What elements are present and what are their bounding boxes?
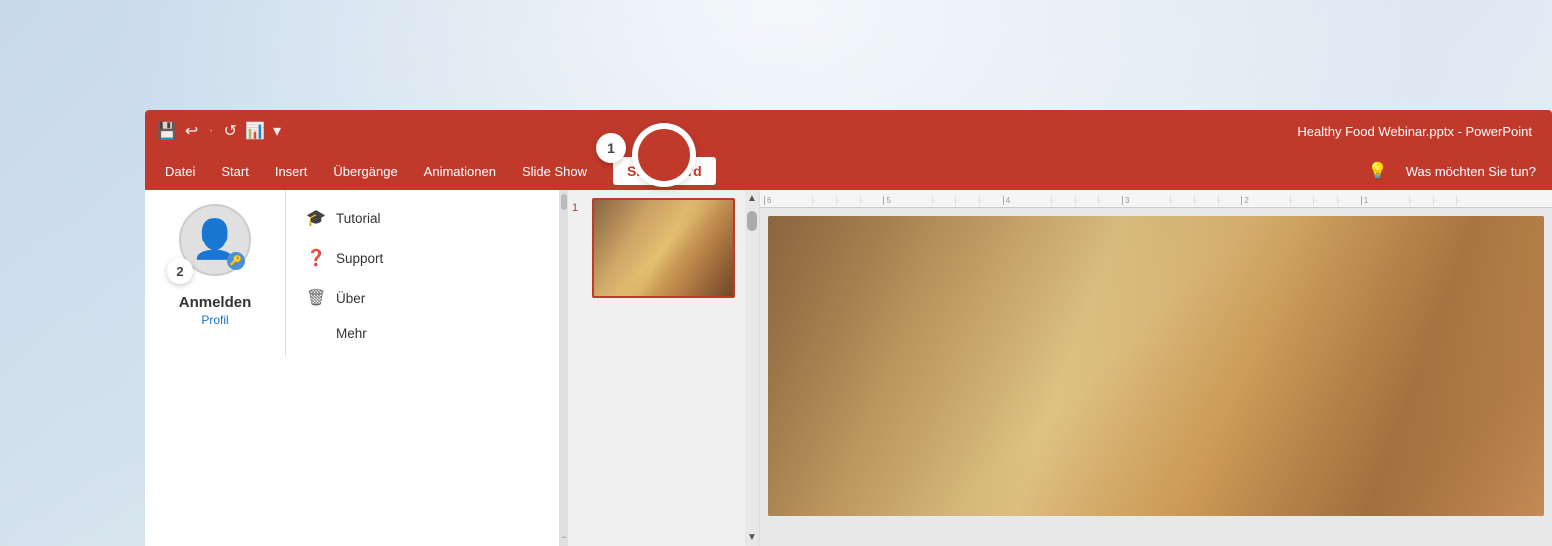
menu-item-slideshow[interactable]: Slide Show bbox=[510, 158, 599, 185]
quick-access-dropdown[interactable]: ▾ bbox=[273, 121, 281, 141]
profile-section: 👤 🔑 2 Anmelden Profil bbox=[145, 190, 285, 357]
presenter-icon[interactable]: 📊 bbox=[245, 121, 265, 141]
ruler-tick: · bbox=[1075, 196, 1099, 205]
ruler-tick: · bbox=[1409, 196, 1433, 205]
ruler-mark: 6 bbox=[764, 196, 812, 205]
panel-inner: 👤 🔑 2 Anmelden Profil 🎓 Tutorial bbox=[145, 190, 559, 357]
title-bar-left: 💾 ↩ · ↺ 📊 ▾ bbox=[157, 121, 281, 141]
ruler-tick: · bbox=[1290, 196, 1314, 205]
ueber-icon: 🗑 bbox=[306, 288, 326, 308]
title-bar: 💾 ↩ · ↺ 📊 ▾ Healthy Food Webinar.pptx - … bbox=[145, 110, 1552, 152]
undo-icon[interactable]: ↩ bbox=[185, 121, 198, 141]
bubble-1-indicator: 1 bbox=[596, 133, 626, 163]
ruler-mark: 1 bbox=[1361, 196, 1409, 205]
ruler-mark: 2 bbox=[1241, 196, 1289, 205]
slide-image bbox=[594, 200, 733, 296]
ruler-mark: 4 bbox=[1003, 196, 1051, 205]
ruler-tick: · bbox=[1433, 196, 1457, 205]
menu-item-start[interactable]: Start bbox=[209, 158, 260, 185]
left-panel: 👤 🔑 2 Anmelden Profil 🎓 Tutorial bbox=[145, 190, 560, 546]
slidelizard-bubble bbox=[632, 123, 696, 187]
side-scroll-minus[interactable]: − bbox=[561, 532, 566, 544]
profil-link[interactable]: Profil bbox=[201, 313, 228, 327]
ruler-tick: · bbox=[1456, 196, 1548, 205]
ruler-marks: 6 · · · 5 · · · 4 · · · 3 · · · 2 bbox=[764, 196, 1548, 207]
bubble-2-indicator: 2 bbox=[167, 258, 193, 284]
support-icon: ❓ bbox=[306, 248, 326, 268]
slide-thumbnail-area: 1 bbox=[570, 190, 743, 306]
slide-canvas[interactable] bbox=[768, 216, 1544, 516]
ruler-tick: · bbox=[1051, 196, 1075, 205]
editor-area: 6 · · · 5 · · · 4 · · · 3 · · · 2 bbox=[760, 190, 1552, 546]
menu-item-uebergaenge[interactable]: Übergänge bbox=[321, 158, 409, 185]
ruler-tick: · bbox=[1098, 196, 1122, 205]
menu-right: 💡 Was möchten Sie tun? bbox=[1362, 157, 1544, 185]
anmelden-label[interactable]: Anmelden bbox=[179, 294, 252, 311]
dropdown-panel: 🎓 Tutorial ❓ Support 🗑 Über Mehr bbox=[285, 190, 403, 357]
menu-item-datei[interactable]: Datei bbox=[153, 158, 207, 185]
ruler: 6 · · · 5 · · · 4 · · · 3 · · · 2 bbox=[760, 190, 1552, 208]
support-label: Support bbox=[336, 251, 383, 266]
scroll-thumb[interactable] bbox=[747, 211, 757, 231]
tutorial-label: Tutorial bbox=[336, 211, 381, 226]
search-text[interactable]: Was möchten Sie tun? bbox=[1398, 160, 1544, 183]
menu-item-insert[interactable]: Insert bbox=[263, 158, 320, 185]
ppt-window: 💾 ↩ · ↺ 📊 ▾ Healthy Food Webinar.pptx - … bbox=[145, 110, 1552, 546]
slide-scrollbar[interactable]: ▲ ▼ bbox=[745, 190, 759, 546]
side-scroll-thumb[interactable] bbox=[561, 194, 567, 210]
scroll-down-arrow[interactable]: ▼ bbox=[744, 529, 760, 546]
slide-food-image bbox=[768, 216, 1544, 516]
side-scrollbar: − bbox=[560, 190, 568, 546]
key-badge: 🔑 bbox=[227, 252, 245, 270]
ruler-mark: 5 bbox=[883, 196, 931, 205]
ruler-tick: · bbox=[1170, 196, 1194, 205]
lightbulb-icon[interactable]: 💡 bbox=[1362, 157, 1394, 185]
ruler-tick: · bbox=[932, 196, 956, 205]
redo-icon[interactable]: ↺ bbox=[224, 121, 237, 141]
ruler-tick: · bbox=[955, 196, 979, 205]
slidelizard-bubble-inner bbox=[638, 129, 690, 181]
menu-item-animationen[interactable]: Animationen bbox=[412, 158, 508, 185]
scroll-up-arrow[interactable]: ▲ bbox=[744, 190, 760, 207]
window-title: Healthy Food Webinar.pptx - PowerPoint bbox=[1297, 124, 1532, 139]
mehr-item[interactable]: Mehr bbox=[286, 318, 403, 349]
tutorial-icon: 🎓 bbox=[306, 208, 326, 228]
slide-number: 1 bbox=[572, 202, 578, 214]
ruler-tick: · bbox=[812, 196, 836, 205]
ruler-mark: 3 bbox=[1122, 196, 1170, 205]
support-item[interactable]: ❓ Support bbox=[286, 238, 403, 278]
menu-bar: Datei Start Insert Übergänge Animationen… bbox=[145, 152, 1552, 190]
ueber-item[interactable]: 🗑 Über bbox=[286, 278, 403, 318]
ueber-label: Über bbox=[336, 291, 365, 306]
separator: · bbox=[208, 122, 213, 140]
ruler-tick: · bbox=[1313, 196, 1337, 205]
tutorial-item[interactable]: 🎓 Tutorial bbox=[286, 198, 403, 238]
save-icon[interactable]: 💾 bbox=[157, 121, 177, 141]
ruler-tick: · bbox=[1194, 196, 1218, 205]
slide-thumbnail[interactable] bbox=[592, 198, 735, 298]
profile-avatar-wrapper: 👤 🔑 2 bbox=[179, 204, 251, 276]
ruler-tick: · bbox=[836, 196, 860, 205]
menu-item-slidelizard[interactable]: SlideLizard 1 bbox=[601, 151, 728, 191]
ruler-tick: · bbox=[1218, 196, 1242, 205]
ruler-tick: · bbox=[860, 196, 884, 205]
content-area: 👤 🔑 2 Anmelden Profil 🎓 Tutorial bbox=[145, 190, 1552, 546]
ruler-tick: · bbox=[979, 196, 1003, 205]
ruler-tick: · bbox=[1337, 196, 1361, 205]
slide-panel: ▲ ▼ − 1 bbox=[560, 190, 760, 546]
